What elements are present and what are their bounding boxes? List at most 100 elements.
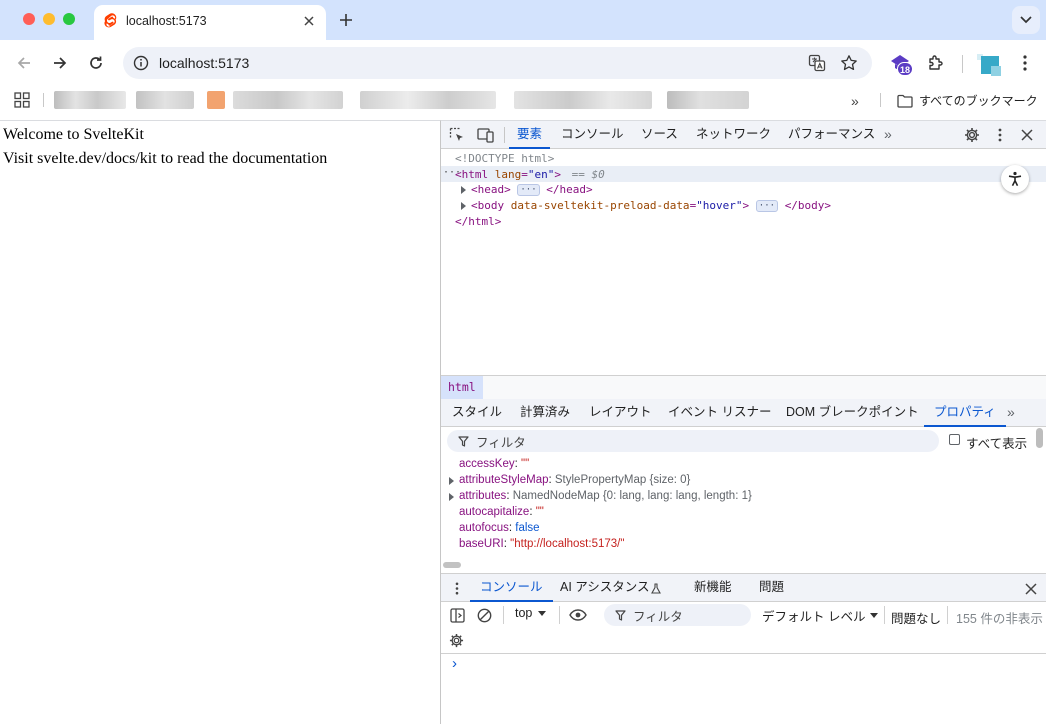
show-all-checkbox[interactable]	[949, 434, 960, 445]
dom-node-head[interactable]: <head> ··· </head>	[461, 183, 593, 196]
address-bar[interactable]: localhost:5173	[123, 47, 872, 79]
issues-count[interactable]: 問題なし	[891, 608, 941, 627]
browser-tab[interactable]: localhost:5173	[94, 5, 326, 40]
maximize-window-button[interactable]	[63, 13, 75, 25]
tab-layout[interactable]: レイアウト	[589, 399, 652, 427]
drawer-tab-issues[interactable]: 問題	[759, 574, 784, 602]
console-settings-gear-icon[interactable]	[448, 632, 464, 648]
live-expression-eye-icon[interactable]	[568, 606, 588, 624]
expand-triangle-icon[interactable]	[449, 493, 454, 501]
property-row[interactable]: autocapitalize: ""	[459, 506, 544, 518]
show-sidebar-icon[interactable]	[449, 607, 465, 623]
reload-button[interactable]	[85, 52, 107, 74]
body-close-bracket: >	[742, 199, 750, 212]
apps-grid-icon[interactable]	[14, 92, 30, 108]
collapsed-content-ellipsis[interactable]: ···	[517, 184, 540, 196]
forward-button[interactable]	[49, 52, 71, 74]
tab-computed[interactable]: 計算済み	[520, 399, 570, 427]
html-open-tag: <html	[455, 168, 489, 181]
collapsed-content-ellipsis[interactable]: ···	[755, 200, 779, 212]
dom-tree[interactable]: <!DOCTYPE html> ··· <html lang="en"> == …	[441, 149, 1046, 375]
browser-menu-kebab-icon[interactable]	[1015, 52, 1035, 74]
dom-html-close: </html>	[455, 215, 502, 228]
drawer-tabbar: コンソール AI アシスタンス 新機能 問題	[441, 573, 1046, 602]
bookmark-item[interactable]	[136, 91, 194, 109]
property-row[interactable]: attributes: NamedNodeMap {0: lang, lang:…	[449, 490, 752, 502]
page-paragraph: Visit svelte.dev/docs/kit to read the do…	[3, 150, 328, 167]
close-devtools-icon[interactable]	[1020, 128, 1034, 142]
property-row[interactable]: baseURI: "http://localhost:5173/"	[459, 538, 624, 550]
tab-sources[interactable]: ソース	[641, 121, 678, 149]
property-key: attributeStyleMap	[459, 474, 549, 486]
tab-event-listeners[interactable]: イベント リスナー	[668, 399, 771, 427]
drawer-menu-kebab-icon[interactable]	[454, 581, 460, 595]
minimize-window-button[interactable]	[43, 13, 55, 25]
tab-properties[interactable]: プロパティ	[924, 399, 1006, 427]
tab-console[interactable]: コンソール	[561, 121, 624, 149]
tab-styles[interactable]: スタイル	[452, 399, 502, 427]
properties-scrollbar[interactable]	[1036, 428, 1043, 448]
all-bookmarks-button[interactable]: すべてのブックマーク	[897, 92, 1038, 109]
context-selector[interactable]: top	[515, 606, 547, 620]
property-key: attributes	[459, 490, 507, 502]
property-key: autofocus	[459, 522, 509, 534]
bookmark-item[interactable]	[667, 91, 749, 109]
bookmark-item[interactable]	[514, 91, 652, 109]
back-button[interactable]	[13, 52, 35, 74]
device-toolbar-icon[interactable]	[477, 127, 495, 143]
site-info-icon[interactable]	[133, 55, 149, 71]
expand-triangle-icon[interactable]	[449, 477, 454, 485]
more-bookmarks-chevron-icon[interactable]: »	[851, 93, 859, 109]
profile-avatar[interactable]	[977, 52, 1001, 76]
properties-h-scrollbar[interactable]	[443, 562, 461, 568]
console-prompt-chevron-icon: ›	[452, 655, 457, 672]
inspect-element-icon[interactable]	[449, 127, 465, 143]
head-open-tag: <head>	[471, 183, 511, 196]
console-divider	[947, 606, 948, 624]
more-tabs-chevron-icon[interactable]: »	[884, 121, 892, 149]
dom-node-html-selected[interactable]: ··· <html lang="en"> == $0	[441, 166, 1046, 182]
new-tab-button[interactable]	[336, 10, 356, 30]
property-row[interactable]: attributeStyleMap: StylePropertyMap {siz…	[449, 474, 690, 486]
reload-icon	[90, 56, 102, 69]
bookmark-item[interactable]	[233, 91, 343, 109]
expand-triangle-icon[interactable]	[461, 202, 466, 210]
translate-icon[interactable]	[807, 53, 827, 73]
properties-filter-input[interactable]: フィルタ	[447, 430, 939, 452]
page-viewport: Welcome to SvelteKit Visit svelte.dev/do…	[0, 120, 440, 724]
more-sidebar-tabs-chevron-icon[interactable]: »	[1007, 399, 1015, 427]
dom-node-body[interactable]: <body data-sveltekit-preload-data="hover…	[461, 199, 831, 212]
tab-performance[interactable]: パフォーマンス	[788, 121, 875, 149]
clear-console-icon[interactable]	[476, 607, 492, 623]
settings-gear-icon[interactable]	[963, 126, 981, 144]
drawer-tab-ai-assistance[interactable]: AI アシスタンス	[560, 574, 650, 602]
bookmark-item[interactable]	[54, 91, 126, 109]
breadcrumb-html[interactable]: html	[441, 376, 483, 399]
html-close-bracket: >	[554, 168, 561, 181]
bookmark-item[interactable]	[360, 91, 496, 109]
console-input-area[interactable]: ›	[441, 654, 1046, 724]
extensions-puzzle-icon[interactable]	[925, 52, 947, 74]
extension-icon[interactable]: 18	[889, 52, 915, 78]
accessibility-tree-icon[interactable]	[1001, 165, 1029, 193]
property-value: ""	[535, 506, 544, 518]
devtools-kebab-icon[interactable]	[994, 127, 1006, 143]
tab-elements[interactable]: 要素	[509, 121, 551, 149]
drawer-tab-whats-new[interactable]: 新機能	[694, 574, 732, 602]
property-value: false	[515, 522, 540, 534]
tab-dom-breakpoints[interactable]: DOM ブレークポイント	[786, 399, 919, 427]
close-tab-icon[interactable]	[302, 14, 316, 28]
properties-list: accessKey: "" attributeStyleMap: StylePro…	[441, 456, 1033, 556]
bookmark-star-icon[interactable]	[839, 53, 859, 73]
log-levels-dropdown[interactable]: デフォルト レベル	[762, 606, 879, 625]
close-window-button[interactable]	[23, 13, 35, 25]
html-attr-name: lang	[494, 168, 522, 181]
drawer-tab-console[interactable]: コンソール	[470, 574, 553, 602]
property-row[interactable]: accessKey: ""	[459, 458, 529, 470]
property-row[interactable]: autofocus: false	[459, 522, 540, 534]
expand-triangle-icon[interactable]	[461, 186, 466, 194]
console-filter-input[interactable]: フィルタ	[604, 604, 751, 626]
close-drawer-icon[interactable]	[1024, 582, 1038, 596]
tab-network[interactable]: ネットワーク	[696, 121, 771, 149]
tab-search-button[interactable]	[1012, 6, 1040, 34]
